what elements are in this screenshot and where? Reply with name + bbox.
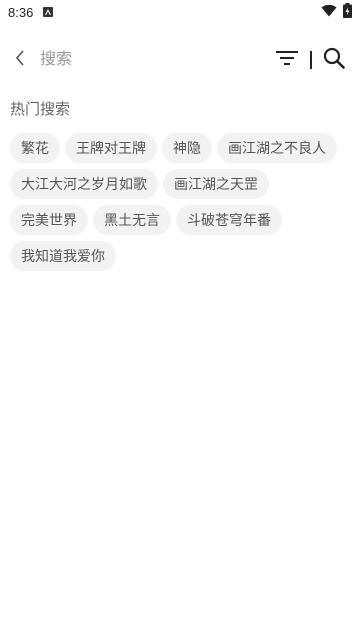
hot-search-tag[interactable]: 黑土无言: [93, 205, 171, 235]
search-button[interactable]: [320, 46, 348, 74]
filter-button[interactable]: [274, 48, 300, 72]
status-left: 8:36: [8, 4, 54, 20]
status-bar: 8:36: [0, 0, 360, 24]
status-right: [321, 2, 352, 22]
search-icon: [323, 47, 345, 73]
status-time: 8:36: [8, 4, 34, 20]
search-bar: [0, 38, 360, 82]
hot-search-tag[interactable]: 王牌对王牌: [65, 133, 157, 163]
back-button[interactable]: [8, 48, 32, 72]
hot-search-tag[interactable]: 繁花: [10, 133, 60, 163]
hot-search-tag[interactable]: 画江湖之不良人: [217, 133, 337, 163]
toolbar-divider: [310, 51, 312, 69]
hot-search-tag[interactable]: 大江大河之岁月如歌: [10, 169, 158, 199]
filter-icon: [275, 49, 299, 71]
chevron-left-icon: [14, 49, 26, 71]
hot-search-tag[interactable]: 神隐: [162, 133, 212, 163]
hot-search-tag[interactable]: 画江湖之天罡: [163, 169, 269, 199]
app-notification-icon: [43, 7, 54, 17]
battery-icon: [343, 2, 352, 22]
hot-search-tag[interactable]: 完美世界: [10, 205, 88, 235]
wifi-icon: [321, 4, 337, 21]
hot-search-tag[interactable]: 斗破苍穹年番: [176, 205, 282, 235]
search-input[interactable]: [40, 46, 260, 74]
hot-search-title: 热门搜索: [10, 101, 71, 118]
hot-search-tag[interactable]: 我知道我爱你: [10, 241, 116, 271]
hot-search-tags: 繁花 王牌对王牌 神隐 画江湖之不良人 大江大河之岁月如歌 画江湖之天罡 完美世…: [10, 133, 350, 271]
